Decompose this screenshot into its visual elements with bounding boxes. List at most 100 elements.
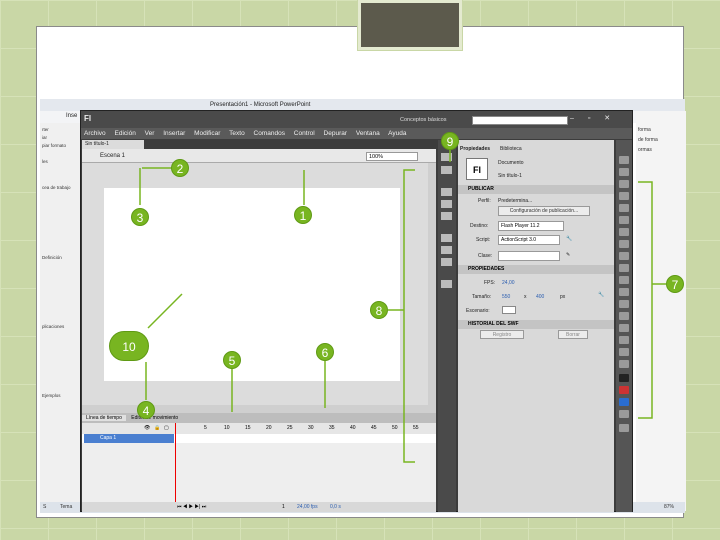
free-transform-tool-icon[interactable] <box>619 180 629 188</box>
3d-rotation-tool-icon[interactable] <box>619 192 629 200</box>
align-icon[interactable] <box>441 188 452 196</box>
stage-color-swatch[interactable] <box>502 306 516 314</box>
time-readout: 0,0 s <box>330 504 341 510</box>
target-select[interactable]: Flash Player 11.2 <box>498 221 564 231</box>
tab-motion-editor[interactable]: Editor de movimiento <box>127 415 182 421</box>
properties-section-header[interactable]: PROPIEDADES <box>458 265 614 274</box>
slide-thumb-label[interactable]: plicaciones <box>42 324 64 329</box>
subselection-tool-icon[interactable] <box>619 168 629 176</box>
transform-icon[interactable] <box>441 212 452 220</box>
playback-controls[interactable]: ⏮ ◀ ▶ ▶| ⏭ <box>177 502 206 512</box>
workspace-selector[interactable]: Conceptos básicos <box>400 117 446 123</box>
tab-library[interactable]: Biblioteca <box>500 146 522 152</box>
layer-name[interactable]: Capa 1 <box>100 434 116 443</box>
pen-tool-icon[interactable] <box>619 216 629 224</box>
scene-label[interactable]: Escena 1 <box>100 153 125 159</box>
slide-thumb-label[interactable]: cea de trabajo <box>42 185 71 190</box>
horizontal-scrollbar[interactable] <box>82 405 436 413</box>
outline-icon[interactable]: ▢ <box>164 423 169 434</box>
menu-control[interactable]: Control <box>294 130 315 137</box>
publish-settings-button[interactable]: Configuración de publicación... <box>498 206 590 216</box>
hand-tool-icon[interactable] <box>619 348 629 356</box>
tab-timeline[interactable]: Línea de tiempo <box>82 415 126 421</box>
history-icon[interactable] <box>441 280 452 288</box>
components-icon[interactable] <box>441 234 452 242</box>
menu-edicion[interactable]: Edición <box>115 130 136 137</box>
info-icon[interactable] <box>441 200 452 208</box>
window-controls[interactable]: – ▫ ✕ <box>570 114 616 122</box>
stroke-color-icon[interactable] <box>619 374 629 382</box>
wrench-icon[interactable]: 🔧 <box>566 236 572 242</box>
left-panel-item[interactable]: rter <box>42 127 49 132</box>
panel-icon[interactable] <box>441 153 452 161</box>
vertical-scrollbar[interactable] <box>428 163 436 408</box>
layer-row[interactable]: Capa 1 <box>82 434 436 443</box>
menu-modificar[interactable]: Modificar <box>194 130 220 137</box>
playhead[interactable] <box>175 423 176 502</box>
height-value[interactable]: 400 <box>536 294 544 300</box>
snap-icon[interactable] <box>619 410 629 418</box>
size-label: Tamaño: <box>472 294 492 300</box>
menu-ventana[interactable]: Ventana <box>356 130 380 137</box>
fps-readout[interactable]: 24,00 fps <box>297 502 318 512</box>
callout-6: 6 <box>316 343 334 361</box>
document-tab[interactable]: Sin título-1 <box>82 140 144 149</box>
ribbon-item[interactable]: de forma <box>638 137 658 143</box>
eraser-tool-icon[interactable] <box>619 336 629 344</box>
menu-insertar[interactable]: Insertar <box>163 130 185 137</box>
zoom-select[interactable]: 100% <box>366 152 418 161</box>
log-button[interactable]: Registro <box>480 330 524 339</box>
line-tool-icon[interactable] <box>619 240 629 248</box>
wrench-icon[interactable]: 🔧 <box>598 292 604 298</box>
zoom-tool-icon[interactable] <box>619 360 629 368</box>
tab-properties[interactable]: Propiedades <box>460 146 490 152</box>
smooth-icon[interactable] <box>619 424 629 432</box>
swf-history-section-header[interactable]: HISTORIAL DEL SWF <box>458 320 614 329</box>
left-panel-item[interactable]: les <box>42 159 48 164</box>
text-tool-icon[interactable] <box>619 228 629 236</box>
bone-tool-icon[interactable] <box>619 300 629 308</box>
timeline-header: 👁 🔒 ▢ 5 10 15 20 25 30 35 40 45 50 55 <box>82 423 436 434</box>
menu-ayuda[interactable]: Ayuda <box>388 130 406 137</box>
class-input[interactable] <box>498 251 560 261</box>
slide-thumb-label[interactable]: Definición <box>42 255 62 260</box>
pencil-tool-icon[interactable] <box>619 264 629 272</box>
timeline-status: ⏮ ◀ ▶ ▶| ⏭ 1 24,00 fps 0,0 s <box>82 502 436 512</box>
menu-archivo[interactable]: Archivo <box>84 130 106 137</box>
deco-tool-icon[interactable] <box>619 288 629 296</box>
delete-button[interactable]: Borrar <box>558 330 588 339</box>
frame-number: 5 <box>204 425 207 431</box>
search-input[interactable] <box>472 116 568 125</box>
left-panel-item[interactable]: piar formato <box>42 143 66 148</box>
callout-5: 5 <box>223 351 241 369</box>
pencil-icon[interactable]: ✎ <box>566 252 570 258</box>
motion-presets-icon[interactable] <box>441 246 452 254</box>
timeline-frames[interactable] <box>82 443 436 502</box>
menu-texto[interactable]: Texto <box>229 130 245 137</box>
left-panel-item[interactable]: iar <box>42 135 47 140</box>
lock-icon[interactable]: 🔒 <box>154 423 160 434</box>
swap-colors-icon[interactable] <box>619 398 629 406</box>
panel-icon[interactable] <box>441 166 452 174</box>
selection-tool-icon[interactable] <box>619 156 629 164</box>
tab-insert[interactable]: Inse <box>66 113 77 119</box>
rectangle-tool-icon[interactable] <box>619 252 629 260</box>
paint-bucket-tool-icon[interactable] <box>619 312 629 320</box>
eyedropper-tool-icon[interactable] <box>619 324 629 332</box>
frame-number: 45 <box>371 425 377 431</box>
eye-icon[interactable]: 👁 <box>144 423 150 434</box>
fps-value[interactable]: 24,00 <box>502 280 515 286</box>
menu-ver[interactable]: Ver <box>145 130 155 137</box>
brush-tool-icon[interactable] <box>619 276 629 284</box>
slide-thumb-label[interactable]: Ejemplos <box>42 393 61 398</box>
fill-color-icon[interactable] <box>619 386 629 394</box>
menu-comandos[interactable]: Comandos <box>254 130 285 137</box>
lasso-tool-icon[interactable] <box>619 204 629 212</box>
menu-depurar[interactable]: Depurar <box>324 130 347 137</box>
code-snippets-icon[interactable] <box>441 258 452 266</box>
script-select[interactable]: ActionScript 3.0 <box>498 235 560 245</box>
width-value[interactable]: 550 <box>502 294 510 300</box>
publish-section-header[interactable]: PUBLICAR <box>458 185 614 194</box>
ribbon-item[interactable]: forma <box>638 127 651 133</box>
ribbon-item[interactable]: ormas <box>638 147 652 153</box>
